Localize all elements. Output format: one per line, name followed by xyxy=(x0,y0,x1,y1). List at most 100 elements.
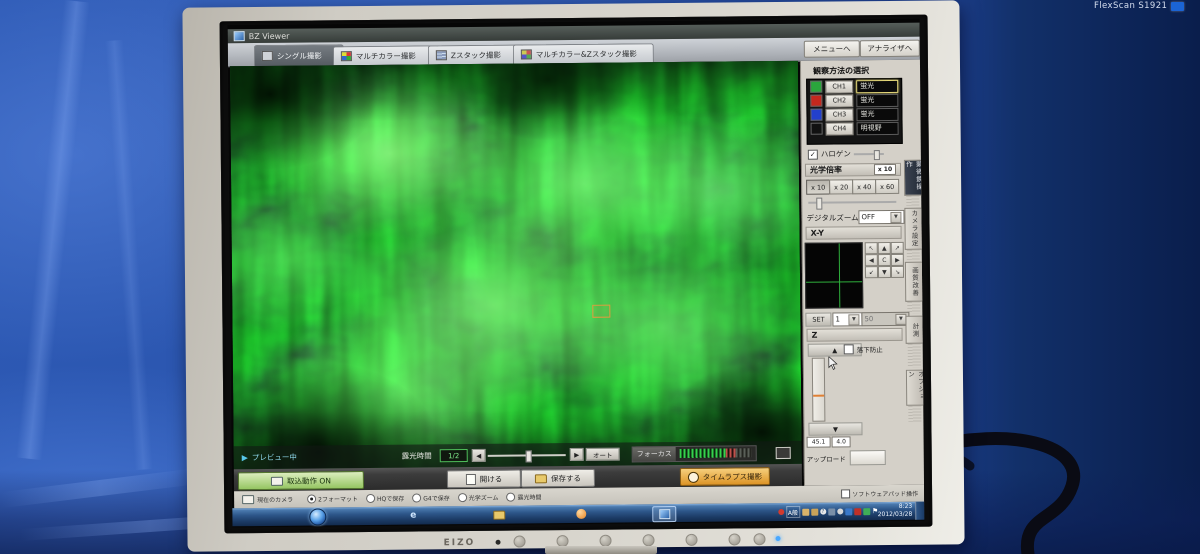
exposure-decrease-button[interactable]: ◀ xyxy=(471,448,486,462)
tray-alert-icon[interactable] xyxy=(853,507,862,515)
focus-label: フォーカス xyxy=(632,446,676,461)
speaker-icon[interactable] xyxy=(836,508,844,515)
tab-zstack-capture[interactable]: Zスタック撮影 xyxy=(427,44,524,65)
software-pad-checkbox[interactable] xyxy=(841,489,851,499)
channel-row-ch3[interactable]: CH3 蛍光 xyxy=(807,107,901,122)
ch2-value[interactable]: 蛍光 xyxy=(856,93,899,107)
mag-x60-button[interactable]: x 60 xyxy=(875,178,900,195)
ch2-button[interactable]: CH2 xyxy=(825,93,854,108)
side-tab-image-quality[interactable]: 画質改善 xyxy=(904,261,925,302)
side-tab-camera-settings[interactable]: カメラ設定 xyxy=(904,207,924,250)
ch1-button[interactable]: CH1 xyxy=(825,79,854,94)
option-optical-zoom[interactable]: 光学ズーム xyxy=(457,493,499,503)
fall-prevention-checkbox[interactable] xyxy=(843,344,854,355)
fluorescence-dark-regions xyxy=(229,60,802,470)
magnification-slider-thumb[interactable] xyxy=(816,197,823,210)
auto-exposure-button[interactable]: オート xyxy=(585,447,620,461)
stage-sw-button[interactable]: ↙ xyxy=(864,266,879,279)
z-slider-track[interactable] xyxy=(811,357,826,422)
tray-folder-icon[interactable] xyxy=(801,508,810,516)
exposure-slider[interactable] xyxy=(487,449,566,462)
media-player-icon[interactable] xyxy=(570,507,592,521)
roi-selection-box[interactable] xyxy=(592,304,611,318)
ch3-value[interactable]: 蛍光 xyxy=(856,107,899,121)
halogen-slider-thumb[interactable] xyxy=(873,149,880,160)
tray-status-icon[interactable] xyxy=(827,508,836,516)
network-icon[interactable] xyxy=(844,507,853,515)
xy-stage-map[interactable] xyxy=(804,242,864,309)
notification-icon[interactable] xyxy=(777,508,784,516)
stage-ne-button[interactable]: ↗ xyxy=(890,241,904,254)
option-format[interactable]: 2フォーマット xyxy=(307,494,358,504)
channel-row-ch2[interactable]: CH2 蛍光 xyxy=(807,93,901,108)
channel-row-ch4[interactable]: CH4 明視野 xyxy=(808,121,902,136)
digital-zoom-dropdown[interactable]: OFF ▼ xyxy=(858,209,905,225)
stage-right-button[interactable]: ▶ xyxy=(890,253,904,266)
ime-indicator[interactable]: A般 xyxy=(785,505,801,518)
tray-app-icon[interactable] xyxy=(862,507,871,515)
xy-step-dropdown[interactable]: 50 ▼ xyxy=(861,311,910,327)
option-hq-save[interactable]: HQで保存 xyxy=(365,493,404,504)
tab-single-capture[interactable]: シングル撮影 xyxy=(253,44,344,67)
timelapse-button[interactable]: タイムラプス撮影 xyxy=(679,467,771,486)
stage-left-button[interactable]: ◀ xyxy=(864,254,878,267)
tab-multicolor-zstack-capture[interactable]: マルチカラー&Zスタック撮影 xyxy=(512,43,654,64)
side-tab-options[interactable]: オプション xyxy=(905,369,925,406)
exposure-slider-thumb[interactable] xyxy=(525,449,532,462)
exposure-increase-button[interactable]: ▶ xyxy=(569,447,584,462)
bz-viewer-taskbar-icon[interactable] xyxy=(652,506,677,523)
stage-se-button[interactable]: ↘ xyxy=(890,265,905,278)
stage-center-button[interactable]: C xyxy=(877,253,891,267)
live-image-viewport[interactable]: ▶ プレビュー中 露光時間 1/2 ◀ ▶ オート フォーカス xyxy=(229,60,802,470)
mag-x20-button[interactable]: x 20 xyxy=(829,179,854,195)
menu-button[interactable]: メニューへ xyxy=(803,40,860,58)
radio-icon[interactable] xyxy=(506,492,516,502)
fullscreen-icon[interactable] xyxy=(775,446,791,459)
xy-index-dropdown[interactable]: 1 ▼ xyxy=(832,312,863,327)
bezel-button-4[interactable] xyxy=(642,534,655,547)
stage-down-button[interactable]: ▼ xyxy=(877,265,892,279)
magnification-slider[interactable] xyxy=(808,197,897,210)
start-button[interactable] xyxy=(309,508,327,526)
side-tab-microscope-operation[interactable]: 顕微鏡操作 xyxy=(903,159,924,196)
tab-multicolor-capture[interactable]: マルチカラー撮影 xyxy=(332,45,439,66)
radio-icon[interactable] xyxy=(307,494,317,504)
channel-row-ch1[interactable]: CH1 蛍光 xyxy=(807,79,901,94)
internet-explorer-icon[interactable]: e xyxy=(402,508,424,522)
bezel-button-1[interactable] xyxy=(513,535,526,548)
bezel-button-6[interactable] xyxy=(728,533,741,546)
bezel-button-3[interactable] xyxy=(599,534,612,547)
radio-icon[interactable] xyxy=(365,493,376,504)
side-tab-measurement[interactable]: 計測 xyxy=(905,315,925,344)
power-button[interactable] xyxy=(753,533,766,546)
ch3-button[interactable]: CH3 xyxy=(825,107,854,122)
ch1-value[interactable]: 蛍光 xyxy=(856,79,899,93)
show-desktop-button[interactable] xyxy=(915,501,925,520)
open-button[interactable]: 開ける xyxy=(446,469,522,489)
tray-folder-icon[interactable] xyxy=(810,508,819,516)
upload-button[interactable] xyxy=(849,450,886,466)
ch4-button[interactable]: CH4 xyxy=(825,121,854,136)
explorer-folder-icon[interactable] xyxy=(488,508,510,522)
stage-nw-button[interactable]: ↖ xyxy=(864,242,878,255)
option-g4-save[interactable]: G4で保存 xyxy=(412,493,450,503)
halogen-checkbox[interactable]: ✓ xyxy=(807,149,818,160)
analyzer-button[interactable]: アナライザへ xyxy=(859,39,920,58)
taskbar-clock[interactable]: 8:23 2012/03/28 xyxy=(878,503,913,519)
xy-set-button[interactable]: SET xyxy=(805,312,832,327)
mag-x10-button[interactable]: x 10 xyxy=(806,179,831,195)
halogen-slider[interactable] xyxy=(853,149,884,160)
capture-toggle-button[interactable]: 取込動作 ON xyxy=(237,471,365,491)
option-exposure[interactable]: 露光時間 xyxy=(506,492,542,502)
help-icon[interactable]: ? xyxy=(819,508,827,515)
ch4-value[interactable]: 明視野 xyxy=(856,121,899,135)
z-down-button[interactable]: ▼ xyxy=(808,422,863,436)
radio-icon[interactable] xyxy=(412,493,422,503)
save-button[interactable]: 保存する xyxy=(520,468,596,488)
software-pad-option[interactable]: ソフトウェアパッド操作 xyxy=(841,489,918,499)
side-tab-grip xyxy=(907,301,921,314)
stage-up-button[interactable]: ▲ xyxy=(877,241,891,255)
bezel-button-5[interactable] xyxy=(685,533,698,546)
radio-icon[interactable] xyxy=(457,493,467,503)
mag-x40-button[interactable]: x 40 xyxy=(852,179,877,195)
